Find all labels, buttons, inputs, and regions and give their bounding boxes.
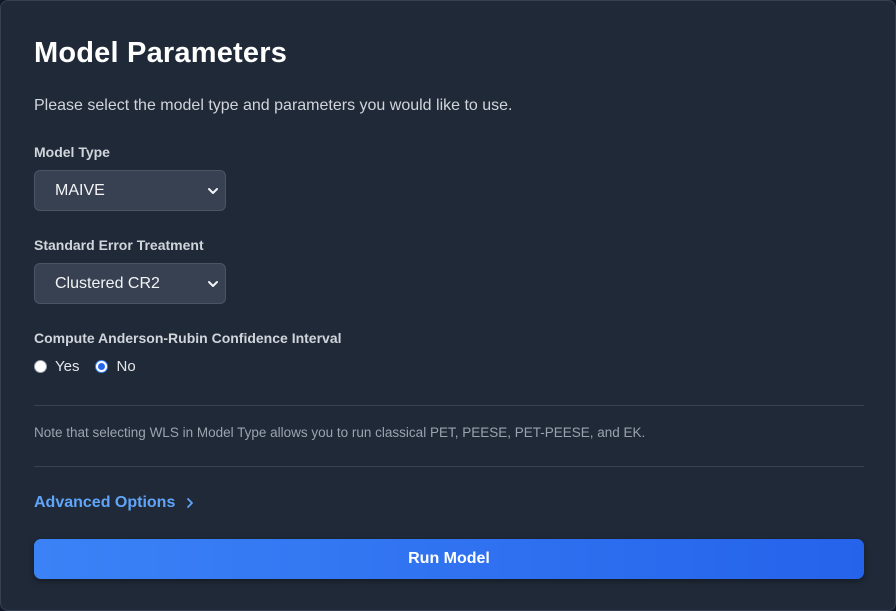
run-model-button[interactable]: Run Model xyxy=(34,539,864,579)
model-type-value: MAIVE xyxy=(55,181,105,199)
se-treatment-label: Standard Error Treatment xyxy=(34,237,204,253)
chevron-right-icon xyxy=(187,498,194,508)
advanced-options-toggle[interactable]: Advanced Options xyxy=(34,494,195,512)
page-subtitle: Please select the model type and paramet… xyxy=(34,97,513,114)
model-type-select[interactable]: MAIVE xyxy=(34,170,226,211)
anderson-rubin-label: Compute Anderson-Rubin Confidence Interv… xyxy=(34,330,342,346)
divider-top xyxy=(34,405,864,406)
chevron-down-icon xyxy=(208,281,218,287)
anderson-rubin-radio-group: Yes No xyxy=(34,358,152,375)
divider-bottom xyxy=(34,466,864,467)
se-treatment-select[interactable]: Clustered CR2 xyxy=(34,263,226,304)
model-type-label: Model Type xyxy=(34,144,110,160)
wls-note: Note that selecting WLS in Model Type al… xyxy=(34,425,646,440)
chevron-down-icon xyxy=(208,188,218,194)
radio-no-label[interactable]: No xyxy=(116,358,135,375)
radio-no[interactable] xyxy=(95,360,109,373)
radio-yes-label[interactable]: Yes xyxy=(55,358,79,375)
se-treatment-value: Clustered CR2 xyxy=(55,274,160,292)
advanced-options-label: Advanced Options xyxy=(34,494,176,511)
radio-yes[interactable] xyxy=(34,360,47,373)
page-title: Model Parameters xyxy=(34,37,288,69)
model-parameters-card: Model Parameters Please select the model… xyxy=(0,0,896,611)
